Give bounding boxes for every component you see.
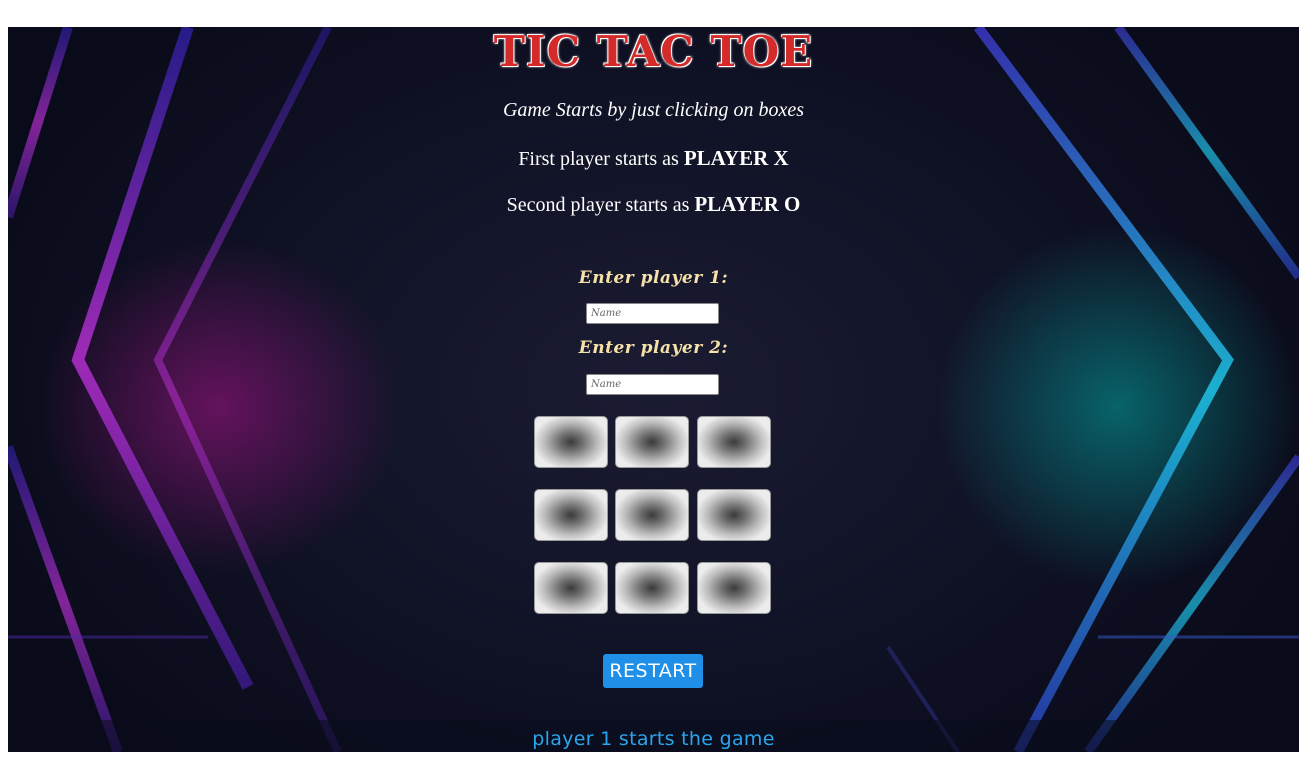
game-status: player 1 starts the game xyxy=(532,728,775,750)
board-cell-4[interactable] xyxy=(534,489,608,541)
second-player-symbol: PLAYER O xyxy=(694,192,801,216)
second-player-prefix: Second player starts as xyxy=(506,194,695,216)
page-title: TIC TAC TOE xyxy=(493,27,814,76)
board-cell-2[interactable] xyxy=(615,416,689,468)
first-player-info: First player starts as PLAYER X xyxy=(8,146,1299,171)
board-cell-8[interactable] xyxy=(615,562,689,614)
player1-name-input[interactable] xyxy=(586,303,719,324)
first-player-prefix: First player starts as xyxy=(518,148,684,170)
board-cell-6[interactable] xyxy=(697,489,771,541)
player1-label: Enter player 1: xyxy=(578,268,729,288)
board-cell-3[interactable] xyxy=(697,416,771,468)
player2-label: Enter player 2: xyxy=(578,338,729,358)
board-cell-9[interactable] xyxy=(697,562,771,614)
first-player-symbol: PLAYER X xyxy=(683,146,789,170)
second-player-info: Second player starts as PLAYER O xyxy=(8,192,1299,217)
board-cell-5[interactable] xyxy=(615,489,689,541)
restart-button[interactable]: RESTART xyxy=(603,654,703,688)
game-background: TIC TAC TOE Game Starts by just clicking… xyxy=(8,27,1299,752)
board-cell-7[interactable] xyxy=(534,562,608,614)
game-instructions: Game Starts by just clicking on boxes xyxy=(502,99,805,121)
board-cell-1[interactable] xyxy=(534,416,608,468)
player2-name-input[interactable] xyxy=(586,374,719,395)
